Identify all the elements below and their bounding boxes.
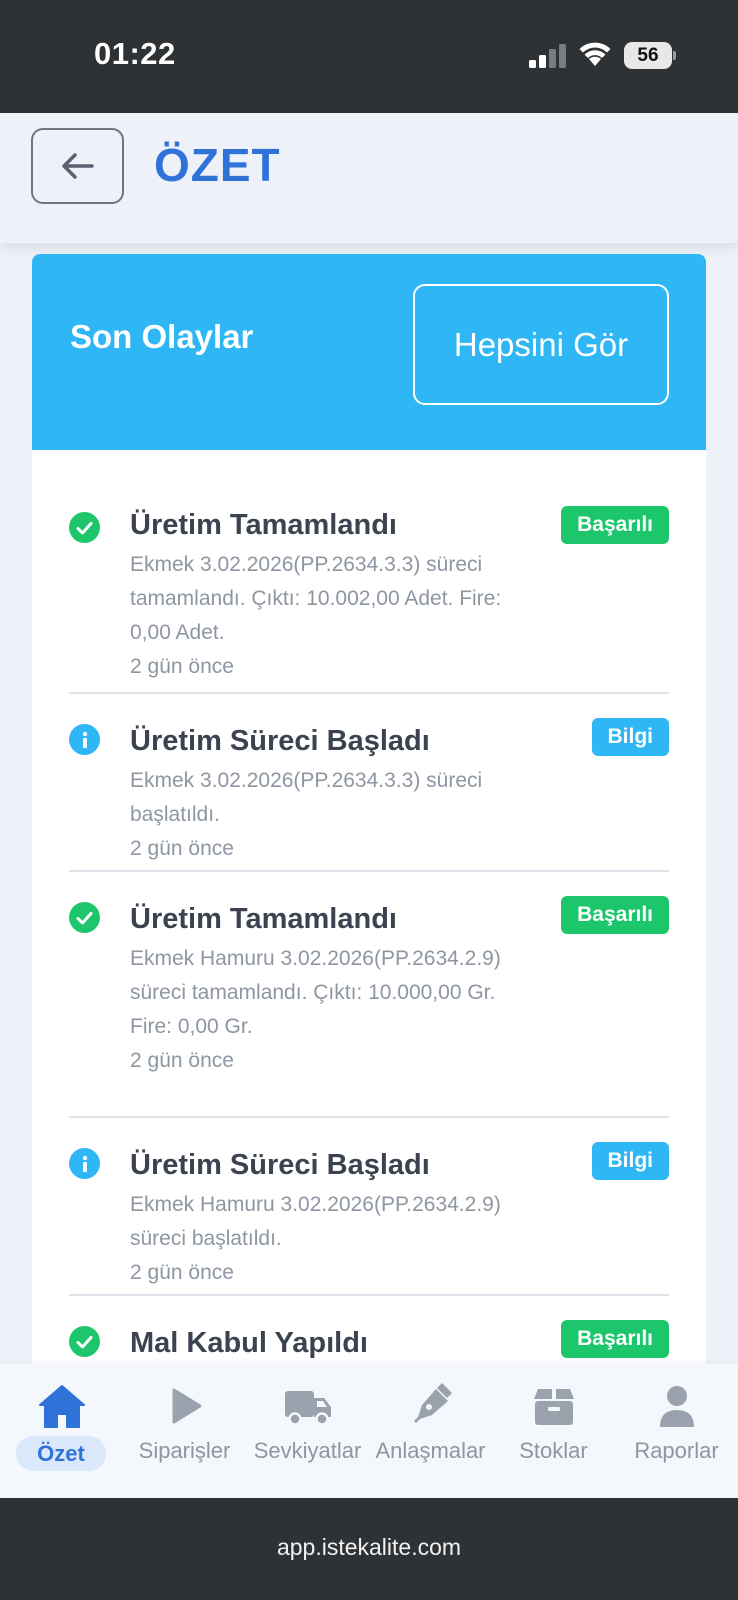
back-button[interactable] [31,128,124,204]
home-icon [38,1385,85,1428]
page-header: ÖZET [0,113,738,243]
tab-stoklar[interactable]: Stoklar [492,1364,615,1498]
recent-events-card: Son Olaylar Hepsini Gör Üretim Tamamland… [32,254,706,1364]
recent-events-header: Son Olaylar Hepsini Gör [32,254,706,450]
tab-raporlar[interactable]: Raporlar [615,1364,738,1498]
tab-label: Sevkiyatlar [253,1438,362,1463]
tab-label: Anlaşmalar [375,1438,486,1463]
event-description: Ekmek 3.02.2026(PP.2634.3.3) süreci tama… [130,553,502,644]
page-title: ÖZET [154,139,281,191]
info-circle-icon [69,1148,100,1179]
event-item[interactable]: Mal Kabul Yapıldı Başarılı [69,1296,669,1364]
pen-icon [413,1383,452,1423]
status-badge: Başarılı [561,506,669,544]
event-time: 2 gün önce [130,1049,234,1072]
battery-level: 56 [624,42,672,69]
event-time: 2 gün önce [130,655,234,678]
event-description: Ekmek 3.02.2026(PP.2634.3.3) süreci başl… [130,769,483,826]
tab-siparisler[interactable]: Siparişler [123,1364,246,1498]
event-title: Üretim Süreci Başladı [130,1149,430,1181]
check-circle-icon [69,512,100,543]
battery-icon: 56 [624,42,676,69]
arrow-left-icon [61,153,94,179]
status-badge: Bilgi [591,718,669,756]
event-item[interactable]: Üretim Tamamlandı Başarılı Ekmek Hamuru … [69,872,669,1118]
event-list: Üretim Tamamlandı Başarılı Ekmek 3.02.20… [69,482,669,1364]
status-badge: Başarılı [561,896,669,934]
tab-sevkiyatlar[interactable]: Sevkiyatlar [246,1364,369,1498]
truck-icon [284,1391,331,1426]
check-circle-icon [69,902,100,933]
info-circle-icon [69,724,100,755]
event-time: 2 gün önce [130,837,234,860]
event-title: Üretim Süreci Başladı [130,725,430,757]
tab-label: Siparişler [138,1438,231,1463]
tab-label: Özet [16,1436,106,1471]
bottom-tab-bar: Özet Siparişler Sevkiyatlar Anlaşmalar S… [0,1364,738,1498]
browser-url-bar[interactable]: app.istekalite.com [0,1498,738,1600]
tab-label: Stoklar [519,1438,588,1463]
event-item[interactable]: Üretim Süreci Başladı Bilgi Ekmek 3.02.2… [69,694,669,872]
event-description: Ekmek Hamuru 3.02.2026(PP.2634.2.9) süre… [130,1193,501,1250]
play-icon [172,1388,201,1424]
box-icon [533,1389,574,1425]
user-icon [659,1386,694,1427]
url-text: app.istekalite.com [276,1534,462,1560]
status-time: 01:22 [94,36,176,71]
event-time: 2 gün önce [130,1261,234,1284]
event-item[interactable]: Üretim Tamamlandı Başarılı Ekmek 3.02.20… [69,482,669,694]
event-item[interactable]: Üretim Süreci Başladı Bilgi Ekmek Hamuru… [69,1118,669,1296]
tab-label: Raporlar [634,1438,719,1463]
recent-events-title: Son Olaylar [70,318,254,355]
tab-ozet[interactable]: Özet [0,1364,123,1498]
tab-anlasmalar[interactable]: Anlaşmalar [369,1364,492,1498]
cellular-signal-icon [529,44,566,68]
status-badge: Bilgi [591,1142,669,1180]
see-all-button[interactable]: Hepsini Gör [413,284,669,405]
check-circle-icon [69,1326,100,1357]
status-badge: Başarılı [561,1320,669,1358]
status-bar: 01:22 56 [0,0,738,113]
wifi-icon [579,42,611,66]
event-description: Ekmek Hamuru 3.02.2026(PP.2634.2.9) süre… [130,947,501,1038]
